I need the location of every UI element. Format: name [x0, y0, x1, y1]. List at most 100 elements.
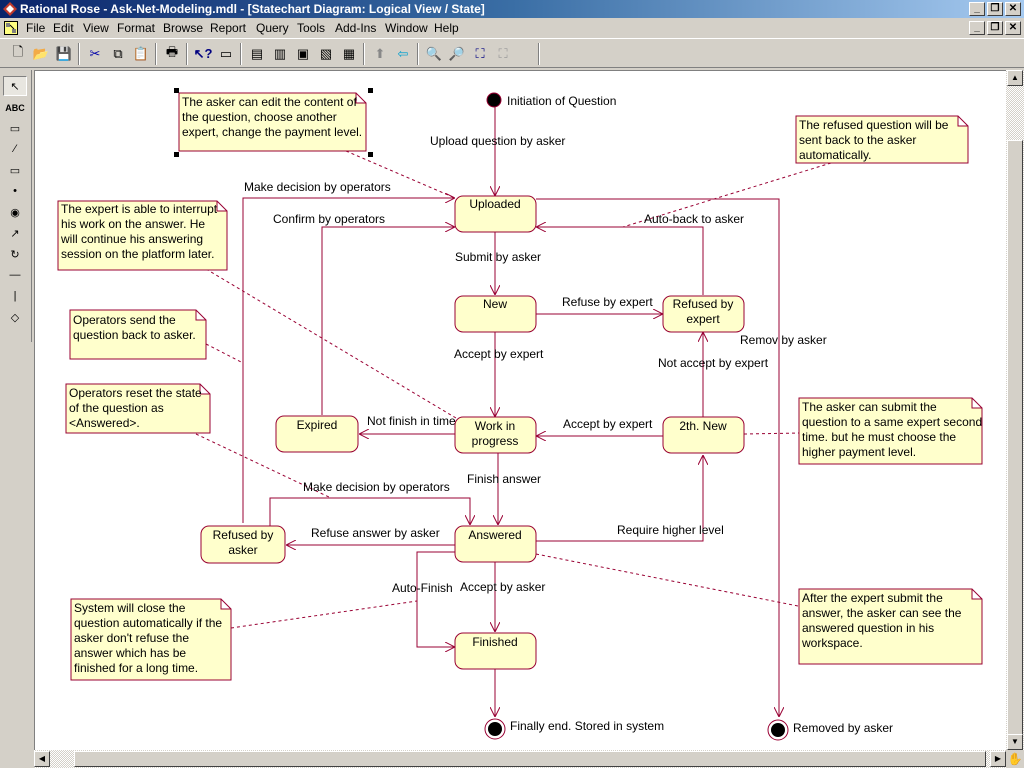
- state-uploaded[interactable]: Uploaded: [454, 195, 537, 233]
- menu-edit[interactable]: Edit: [53, 21, 74, 35]
- menu-add-ins[interactable]: Add-Ins: [335, 21, 376, 35]
- documentation-window-icon[interactable]: ▭: [216, 44, 236, 64]
- restore-button[interactable]: ❐: [987, 2, 1003, 16]
- zoom-out-icon[interactable]: 🔎: [447, 44, 467, 64]
- zoom-in-icon[interactable]: 🔍: [424, 44, 444, 64]
- end-state-tool-icon[interactable]: ◉: [3, 202, 27, 222]
- cut-icon[interactable]: ✂: [85, 44, 105, 64]
- state-new[interactable]: New: [454, 295, 537, 333]
- svg-text:2th. New: 2th. New: [679, 419, 727, 433]
- note-reset[interactable]: Operators reset the state of the questio…: [65, 383, 211, 434]
- start-state[interactable]: [486, 92, 502, 108]
- anchor-auto-close: [230, 600, 418, 629]
- menu-format[interactable]: Format: [117, 21, 155, 35]
- note-interrupt[interactable]: The expert is able to interrupt his work…: [57, 200, 228, 271]
- browse-previous-icon[interactable]: ⇦: [393, 44, 413, 64]
- note-tool-icon[interactable]: ▭: [3, 118, 27, 138]
- minimize-button[interactable]: _: [969, 2, 985, 16]
- interaction-diagram-icon[interactable]: ▥: [270, 44, 290, 64]
- state-tool-icon[interactable]: ▭: [3, 160, 27, 180]
- state-work-in-progress[interactable]: Work in progress: [454, 416, 537, 454]
- start-state-tool-icon[interactable]: •: [3, 181, 27, 201]
- transition-auto-finish[interactable]: [416, 551, 455, 647]
- component-diagram-icon[interactable]: ▣: [293, 44, 313, 64]
- transition-make-decision-bottom[interactable]: [269, 497, 470, 526]
- close-button[interactable]: ✕: [1005, 2, 1021, 16]
- doc-close-button[interactable]: ✕: [1005, 21, 1021, 35]
- state-refused-by-expert[interactable]: Refused by expert: [662, 295, 745, 333]
- menu-query[interactable]: Query: [256, 21, 289, 35]
- menu-window[interactable]: Window: [385, 21, 428, 35]
- svg-text:Finished: Finished: [472, 635, 517, 649]
- state-refused-by-asker[interactable]: Refused by asker: [200, 525, 286, 564]
- copy-icon[interactable]: ⧉: [108, 44, 128, 64]
- transition-confirm[interactable]: [321, 227, 455, 415]
- label-make-decision-top: Make decision by operators: [244, 180, 391, 194]
- selection-tool-icon[interactable]: ↖: [3, 76, 27, 96]
- scroll-up-button[interactable]: ▲: [1007, 70, 1023, 86]
- svg-text:System will close the: System will close the: [74, 601, 186, 615]
- save-icon[interactable]: 💾: [54, 44, 74, 64]
- diagram-canvas[interactable]: Initiation of Question Finally end. Stor…: [34, 70, 1006, 750]
- menu-view[interactable]: View: [83, 21, 109, 35]
- scroll-right-button[interactable]: ▶: [990, 751, 1006, 767]
- horizontal-sync-tool-icon[interactable]: —: [3, 265, 27, 285]
- paste-icon[interactable]: 📋: [131, 44, 151, 64]
- diagram-toolbox: ↖ ABC ▭ ⁄ ▭ • ◉ ↗ ↻ — | ◇: [0, 70, 32, 342]
- label-submit: Submit by asker: [455, 250, 541, 264]
- deployment-diagram-icon[interactable]: ▦: [339, 44, 359, 64]
- self-transition-tool-icon[interactable]: ↻: [3, 244, 27, 264]
- window-title: Rational Rose - Ask-Net-Modeling.mdl - […: [20, 2, 485, 16]
- class-diagram-icon[interactable]: ▤: [247, 44, 267, 64]
- doc-restore-button[interactable]: ❐: [987, 21, 1003, 35]
- anchor-note-tool-icon[interactable]: ⁄: [3, 139, 27, 159]
- state-finished[interactable]: Finished: [454, 632, 537, 670]
- transition-make-decision-top[interactable]: [242, 198, 455, 523]
- transition-tool-icon[interactable]: ↗: [3, 223, 27, 243]
- state-diagram-icon[interactable]: ▧: [316, 44, 336, 64]
- note-refused-back[interactable]: The refused question will be sent back t…: [795, 115, 969, 164]
- horizontal-scroll-thumb[interactable]: [74, 751, 986, 767]
- vertical-scrollbar[interactable]: ▲ ▼: [1006, 70, 1024, 750]
- note-after-submit[interactable]: After the expert submit the answer, the …: [798, 588, 983, 665]
- menu-tools[interactable]: Tools: [297, 21, 325, 35]
- open-folder-icon[interactable]: 📂: [31, 44, 51, 64]
- doc-minimize-button[interactable]: _: [969, 21, 985, 35]
- new-file-icon[interactable]: 🗋: [8, 44, 28, 64]
- pan-hand-icon[interactable]: ✋: [1006, 750, 1024, 768]
- scroll-left-button[interactable]: ◀: [34, 751, 50, 767]
- anchor-send-back: [205, 343, 244, 364]
- menu-browse[interactable]: Browse: [163, 21, 203, 35]
- note-edit[interactable]: The asker can edit the content of the qu…: [178, 92, 367, 152]
- label-auto-back: Auto-back to asker: [644, 212, 744, 226]
- horizontal-scrollbar[interactable]: ◀ ▶: [34, 750, 1006, 768]
- svg-text:higher payment level.: higher payment level.: [802, 445, 916, 459]
- fit-in-window-icon[interactable]: ⛶: [470, 44, 490, 64]
- note-auto-close[interactable]: System will close the question automatic…: [70, 598, 232, 681]
- undo-fit-icon[interactable]: ⛶: [493, 44, 513, 64]
- context-help-icon[interactable]: ↖?: [193, 44, 213, 64]
- state-2th-new[interactable]: 2th. New: [662, 416, 745, 454]
- label-require-higher: Require higher level: [617, 523, 724, 537]
- menu-report[interactable]: Report: [210, 21, 246, 35]
- anchor-second-time: [743, 432, 802, 435]
- menu-file[interactable]: File: [26, 21, 45, 35]
- text-tool-icon[interactable]: ABC: [3, 98, 27, 118]
- note-second-time[interactable]: The asker can submit the question to a s…: [798, 397, 983, 465]
- decision-tool-icon[interactable]: ◇: [3, 307, 27, 327]
- vertical-sync-tool-icon[interactable]: |: [3, 286, 27, 306]
- svg-text:Work in: Work in: [475, 419, 515, 433]
- menu-help[interactable]: Help: [434, 21, 459, 35]
- state-expired[interactable]: Expired: [275, 415, 359, 453]
- print-icon[interactable]: 🖶: [162, 44, 182, 64]
- browse-parent-icon[interactable]: ⬆: [370, 44, 390, 64]
- final-state[interactable]: [484, 718, 506, 740]
- state-answered[interactable]: Answered: [454, 525, 537, 563]
- removed-state[interactable]: [767, 719, 789, 741]
- vertical-scroll-thumb[interactable]: [1007, 140, 1023, 740]
- diagram-document-icon[interactable]: [4, 21, 18, 35]
- transition-auto-back[interactable]: [536, 227, 704, 295]
- window-title-bar[interactable]: Rational Rose - Ask-Net-Modeling.mdl - […: [0, 0, 1024, 18]
- scroll-down-button[interactable]: ▼: [1007, 734, 1023, 750]
- note-send-back[interactable]: Operators send the question back to aske…: [69, 309, 207, 360]
